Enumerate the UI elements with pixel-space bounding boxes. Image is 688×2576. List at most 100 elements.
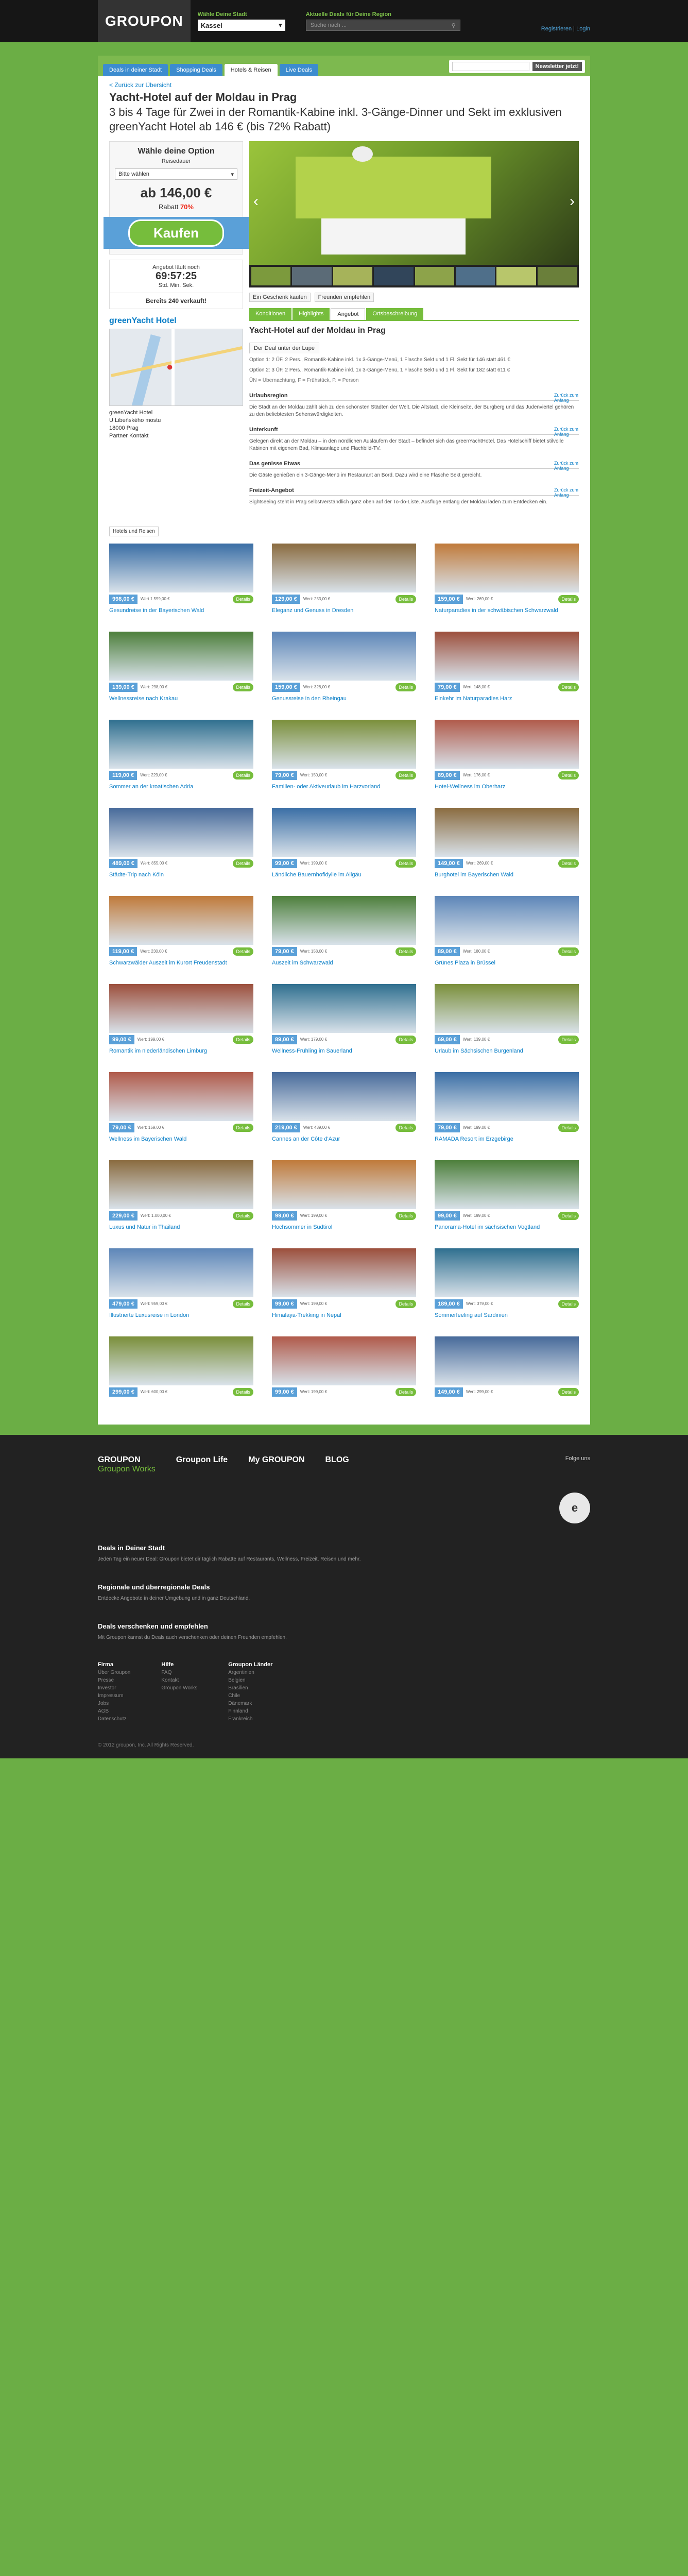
related-deal-card[interactable]: 189,00 € Wert: 379,00 € Details Sommerfeeli… xyxy=(435,1248,579,1326)
login-link[interactable]: Login xyxy=(576,26,590,32)
groupon-logo[interactable]: GROUPON xyxy=(98,0,191,42)
thumbnail[interactable] xyxy=(415,267,454,285)
details-button[interactable]: Details xyxy=(558,859,579,868)
details-button[interactable]: Details xyxy=(233,859,253,868)
footer-link[interactable]: Belgien xyxy=(228,1677,272,1683)
deal-name-link[interactable]: Sommer an der kroatischen Adria xyxy=(109,783,253,798)
next-icon[interactable]: › xyxy=(570,193,575,210)
deal-name-link[interactable]: Hotel-Wellness im Oberharz xyxy=(435,783,579,798)
brand-my-groupon[interactable]: My GROUPON xyxy=(248,1455,304,1465)
deal-thumbnail[interactable] xyxy=(109,544,253,592)
related-deal-card[interactable]: 119,00 € Wert: 229,00 € Details Sommer an d… xyxy=(109,720,253,798)
details-button[interactable]: Details xyxy=(558,1212,579,1220)
related-deal-card[interactable]: 79,00 € Wert: 158,00 € Details Auszeit im S… xyxy=(272,896,416,974)
back-to-top-link[interactable]: Zurück zum Anfang xyxy=(554,393,590,403)
deal-thumbnail[interactable] xyxy=(109,984,253,1033)
details-button[interactable]: Details xyxy=(395,1300,416,1308)
related-deal-card[interactable]: 99,00 € Wert: 199,00 € Details xyxy=(272,1336,416,1414)
details-button[interactable]: Details xyxy=(558,683,579,691)
deal-name-link[interactable]: Himalaya-Trekking in Nepal xyxy=(272,1312,416,1326)
deal-name-link[interactable]: Familien- oder Aktiveurlaub im Harzvorla… xyxy=(272,783,416,798)
deal-thumbnail[interactable] xyxy=(435,1160,579,1209)
deal-name-link[interactable]: Eleganz und Genuss in Dresden xyxy=(272,607,416,621)
related-deal-card[interactable]: 99,00 € Wert: 199,00 € Details Romantik im … xyxy=(109,984,253,1062)
footer-link[interactable]: Datenschutz xyxy=(98,1716,130,1722)
tab-konditionen[interactable]: Konditionen xyxy=(249,308,292,320)
related-deal-card[interactable]: 149,00 € Wert: 299,00 € Details xyxy=(435,1336,579,1414)
deal-thumbnail[interactable] xyxy=(272,720,416,769)
related-deal-card[interactable]: 159,00 € Wert: 269,00 € Details Naturparadi… xyxy=(435,544,579,621)
details-button[interactable]: Details xyxy=(395,1212,416,1220)
related-deal-card[interactable]: 119,00 € Wert: 230,00 € Details Schwarzwäld… xyxy=(109,896,253,974)
tab-hotels-reisen[interactable]: Hotels & Reisen xyxy=(224,64,278,76)
details-button[interactable]: Details xyxy=(233,947,253,956)
tab-shopping[interactable]: Shopping Deals xyxy=(170,64,222,76)
footer-link[interactable]: Argentinien xyxy=(228,1670,272,1675)
deal-thumbnail[interactable] xyxy=(435,1248,579,1297)
related-deal-card[interactable]: 79,00 € Wert: 159,00 € Details Wellness im … xyxy=(109,1072,253,1150)
deal-name-link[interactable] xyxy=(435,1400,579,1414)
details-button[interactable]: Details xyxy=(233,1300,253,1308)
deal-thumbnail[interactable] xyxy=(435,984,579,1033)
footer-link[interactable]: Impressum xyxy=(98,1693,130,1699)
brand-life[interactable]: Groupon Life xyxy=(176,1455,228,1465)
trust-badge-icon[interactable]: e xyxy=(559,1493,590,1523)
deal-thumbnail[interactable] xyxy=(109,632,253,681)
deal-name-link[interactable]: Genussreise in den Rheingau xyxy=(272,695,416,709)
details-button[interactable]: Details xyxy=(233,1388,253,1396)
related-deal-card[interactable]: 998,00 € Wert 1.599,00 € Details Gesundreis… xyxy=(109,544,253,621)
location-map[interactable]: ● xyxy=(109,329,243,406)
related-deal-card[interactable]: 79,00 € Wert: 150,00 € Details Familien- od… xyxy=(272,720,416,798)
brand-blog[interactable]: BLOG xyxy=(325,1455,349,1465)
details-button[interactable]: Details xyxy=(233,1036,253,1044)
newsletter-button[interactable]: Newsletter jetzt! xyxy=(532,62,582,71)
buy-button[interactable]: Kaufen xyxy=(128,219,225,247)
deal-thumbnail[interactable] xyxy=(435,808,579,857)
deal-name-link[interactable]: Romantik im niederländischen Limburg xyxy=(109,1047,253,1062)
deal-name-link[interactable]: Einkehr im Naturparadies Harz xyxy=(435,695,579,709)
related-deal-card[interactable]: 159,00 € Wert: 328,00 € Details Genussreise… xyxy=(272,632,416,709)
deal-thumbnail[interactable] xyxy=(272,896,416,945)
deal-thumbnail[interactable] xyxy=(109,808,253,857)
deal-thumbnail[interactable] xyxy=(109,896,253,945)
deal-name-link[interactable]: Gesundreise in der Bayerischen Wald xyxy=(109,607,253,621)
deal-name-link[interactable]: Wellness-Frühling im Sauerland xyxy=(272,1047,416,1062)
deal-name-link[interactable]: Auszeit im Schwarzwald xyxy=(272,959,416,974)
related-deal-card[interactable]: 129,00 € Wert: 253,00 € Details Eleganz und… xyxy=(272,544,416,621)
thumbnail[interactable] xyxy=(455,267,495,285)
details-button[interactable]: Details xyxy=(558,595,579,603)
deal-thumbnail[interactable] xyxy=(272,808,416,857)
thumbnail[interactable] xyxy=(537,267,577,285)
option-select[interactable]: Bitte wählen ▾ xyxy=(115,168,237,180)
footer-link[interactable]: Dänemark xyxy=(228,1701,272,1706)
deal-thumbnail[interactable] xyxy=(435,1336,579,1385)
related-deal-card[interactable]: 229,00 € Wert: 1.000,00 € Details Luxus und… xyxy=(109,1160,253,1238)
deal-name-link[interactable]: Panorama-Hotel im sächsischen Vogtland xyxy=(435,1224,579,1238)
footer-link[interactable]: FAQ xyxy=(161,1670,197,1675)
thumbnail[interactable] xyxy=(374,267,414,285)
tab-deals-city[interactable]: Deals in deiner Stadt xyxy=(103,64,168,76)
deal-thumbnail[interactable] xyxy=(272,1160,416,1209)
search-icon[interactable]: ⚲ xyxy=(452,22,456,29)
hero-image[interactable]: ‹ › xyxy=(249,141,579,265)
deal-name-link[interactable]: Wellnessreise nach Krakau xyxy=(109,695,253,709)
city-select[interactable]: Kassel ▾ xyxy=(197,20,285,31)
search-input[interactable]: Suche nach ... ⚲ xyxy=(305,20,460,31)
back-to-top-link[interactable]: Zurück zum Anfang xyxy=(554,487,590,498)
details-button[interactable]: Details xyxy=(558,1124,579,1132)
related-deal-card[interactable]: 79,00 € Wert: 148,00 € Details Einkehr im N… xyxy=(435,632,579,709)
details-button[interactable]: Details xyxy=(395,1036,416,1044)
tab-live-deals[interactable]: Live Deals xyxy=(279,64,319,76)
register-link[interactable]: Registrieren xyxy=(541,26,572,32)
deal-thumbnail[interactable] xyxy=(109,1336,253,1385)
deal-name-link[interactable]: Naturparadies in der schwäbischen Schwar… xyxy=(435,607,579,621)
deal-thumbnail[interactable] xyxy=(109,720,253,769)
footer-link[interactable]: Kontakt xyxy=(161,1677,197,1683)
footer-link[interactable]: Finnland xyxy=(228,1708,272,1714)
footer-link[interactable]: Jobs xyxy=(98,1701,130,1706)
footer-link[interactable]: Investor xyxy=(98,1685,130,1691)
deal-thumbnail[interactable] xyxy=(435,1072,579,1121)
deal-thumbnail[interactable] xyxy=(272,1072,416,1121)
related-deal-card[interactable]: 89,00 € Wert: 180,00 € Details Grünes Plaza… xyxy=(435,896,579,974)
thumbnail[interactable] xyxy=(292,267,332,285)
